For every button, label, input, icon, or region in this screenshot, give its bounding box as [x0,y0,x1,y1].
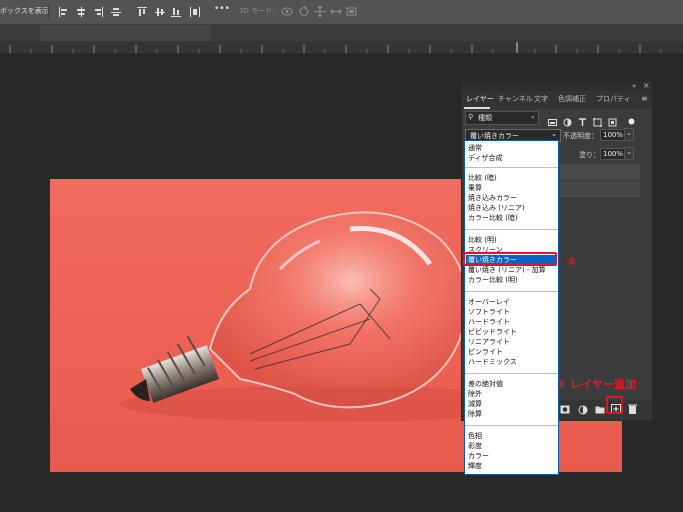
add-layer-mask-icon[interactable] [560,405,570,414]
align-right-icon[interactable] [94,7,104,17]
ruler-ticks [9,42,662,53]
align-horizontal-center-icon[interactable] [76,7,86,17]
tab-channels[interactable]: チャンネル [498,94,533,104]
options-bar: ボックスを表示 ••• 3D モード： [0,0,683,25]
scale-3d-icon [346,6,358,17]
blend-option-divide[interactable]: 除算 [468,410,482,419]
more-options-button[interactable]: ••• [214,4,230,14]
annotation-step2-label: ② [567,255,577,268]
filter-kind-label: 種類 [478,114,492,122]
blend-option-linear-light[interactable]: リニアライト [468,338,510,347]
panel-tabs: レイヤー チャンネル 文字 色調補正 プロパティ ≡ [462,91,652,109]
align-vertical-center-icon[interactable] [111,7,121,17]
collapse-panel-icon[interactable]: « [632,82,636,90]
fill-dropdown-icon[interactable]: ⌄ [624,147,634,160]
panel-menu-icon[interactable]: ≡ [641,94,648,103]
divider [48,4,49,19]
blend-option-soft-light[interactable]: ソフトライト [468,308,510,317]
blend-option-multiply[interactable]: 乗算 [468,184,482,193]
separator [465,373,558,374]
blend-option-linear-dodge[interactable]: 覆い焼き (リニア) - 加算 [468,266,546,275]
align-bottom-icon[interactable] [171,7,181,17]
roll-3d-icon [298,6,310,17]
blend-option-lighter-color[interactable]: カラー比較 (明) [468,276,518,285]
separator [465,229,558,230]
search-icon: ⚲ [468,113,474,121]
slide-3d-icon [330,6,342,17]
blend-option-darken[interactable]: 比較 (暗) [468,174,497,183]
blend-option-color[interactable]: カラー [468,452,489,461]
close-panel-icon[interactable]: × [643,81,650,90]
align-top-icon[interactable] [137,7,147,17]
tab-properties[interactable]: プロパティ [596,94,631,104]
blend-option-dissolve[interactable]: ディザ合成 [468,154,503,163]
opacity-label: 不透明度： [563,132,598,140]
blend-option-vivid-light[interactable]: ビビッドライト [468,328,517,337]
blend-option-lighten[interactable]: 比較 (明) [468,236,497,245]
annotation-highlight-new-layer [606,396,623,414]
blend-option-darker-color[interactable]: カラー比較 (暗) [468,214,518,223]
active-tab-indicator [464,107,490,109]
align-left-icon[interactable] [58,7,68,17]
blend-mode-dropdown-list: 通常 ディザ合成 比較 (暗) 乗算 焼き込みカラー 焼き込み (リニア) カラ… [464,140,559,475]
distribute-icon[interactable] [190,7,200,17]
shape-filter-icon[interactable] [593,112,602,127]
adjustment-filter-icon[interactable] [563,112,572,127]
orbit-3d-icon [281,6,293,17]
chevron-down-icon: ⌄ [551,130,557,138]
separator [465,167,558,168]
blend-option-subtract[interactable]: 減算 [468,400,482,409]
mode-3d-label: 3D モード： [239,7,280,15]
horizontal-ruler[interactable] [0,41,683,54]
smart-object-filter-icon[interactable] [608,112,617,127]
pixel-filter-icon[interactable] [548,112,557,126]
blend-option-exclusion[interactable]: 除外 [468,390,482,399]
layer-row[interactable] [560,164,640,180]
blend-option-saturation[interactable]: 彩度 [468,442,482,451]
document-tab-strip [0,25,683,41]
tab-adjustments[interactable]: 色調補正 [558,94,586,104]
trash-icon[interactable] [628,404,637,414]
blend-option-hue[interactable]: 色相 [468,432,482,441]
blend-option-color-burn[interactable]: 焼き込みカラー [468,194,517,203]
document-tab[interactable] [40,25,210,41]
fill-input[interactable]: 100% [600,148,625,160]
panel-header-bar: « × [462,81,652,91]
blend-option-linear-burn[interactable]: 焼き込み (リニア) [468,204,525,213]
new-adjustment-layer-icon[interactable] [578,405,588,415]
tab-character[interactable]: 文字 [534,94,548,104]
new-group-folder-icon[interactable] [595,405,605,414]
blend-option-hard-light[interactable]: ハードライト [468,318,510,327]
align-middle-icon[interactable] [155,7,165,17]
type-filter-icon[interactable] [578,112,587,126]
annotation-highlight-selected-mode [463,252,557,266]
chevron-down-icon: ⌄ [530,112,536,120]
blend-option-pin-light[interactable]: ピンライト [468,348,503,357]
layer-row[interactable] [560,181,640,197]
blend-option-luminosity[interactable]: 輝度 [468,462,482,471]
opacity-input[interactable]: 100% [600,129,625,141]
show-transform-controls-label[interactable]: ボックスを表示 [0,6,49,16]
annotation-step1-label: ① レイヤー追加 [557,378,636,391]
opacity-dropdown-icon[interactable]: ⌄ [624,128,634,141]
separator [465,291,558,292]
blend-option-difference[interactable]: 差の絶対値 [468,380,503,389]
layer-filter-select[interactable]: ⚲ 種類 ⌄ [465,111,539,125]
separator [465,425,558,426]
blend-option-hard-mix[interactable]: ハードミックス [468,358,517,367]
blend-option-normal[interactable]: 通常 [468,144,482,153]
filter-toggle-icon[interactable] [627,111,636,125]
fill-label: 塗り： [579,151,600,159]
tab-layers[interactable]: レイヤー [466,94,494,104]
blend-option-overlay[interactable]: オーバーレイ [468,298,510,307]
pan-3d-icon [314,6,326,17]
